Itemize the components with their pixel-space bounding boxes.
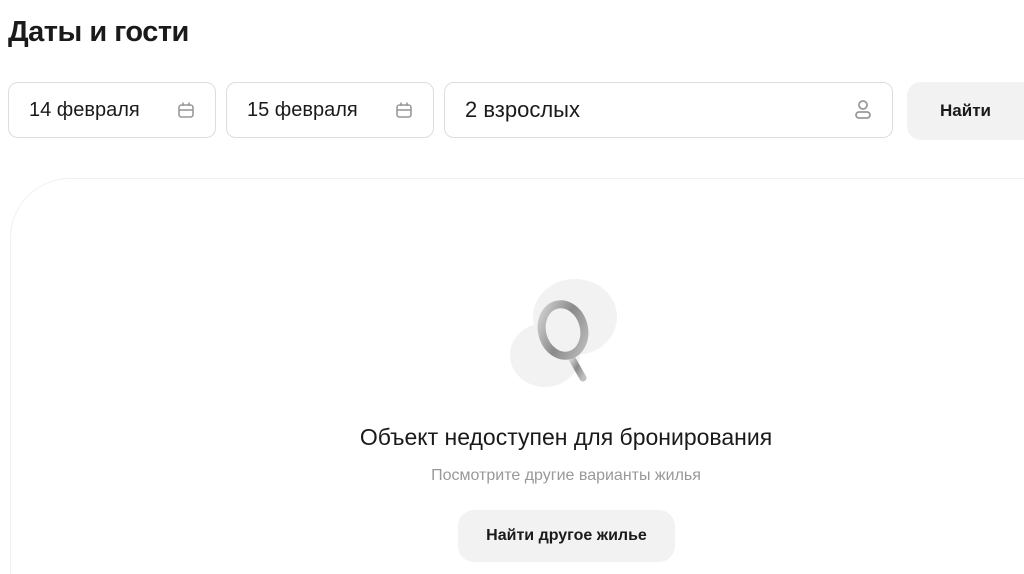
unavailable-heading: Объект недоступен для бронирования <box>359 424 773 450</box>
checkout-field[interactable]: 15 февраля <box>226 82 434 138</box>
checkin-field[interactable]: 14 февраля <box>8 82 216 138</box>
unavailable-subtext: Посмотрите другие варианты жилья <box>431 467 701 484</box>
find-other-button[interactable]: Найти другое жилье <box>458 510 675 562</box>
calendar-icon <box>177 101 195 119</box>
find-button[interactable]: Найти <box>907 82 1024 140</box>
section-title: Даты и гости <box>8 16 189 48</box>
checkin-value: 14 февраля <box>29 98 140 121</box>
guests-field[interactable]: 2 взрослых <box>444 82 893 138</box>
guests-value: 2 взрослых <box>465 97 580 122</box>
person-icon <box>854 99 872 121</box>
magnifier-illustration-icon <box>510 279 617 387</box>
checkout-value: 15 февраля <box>247 98 358 121</box>
calendar-icon <box>395 101 413 119</box>
